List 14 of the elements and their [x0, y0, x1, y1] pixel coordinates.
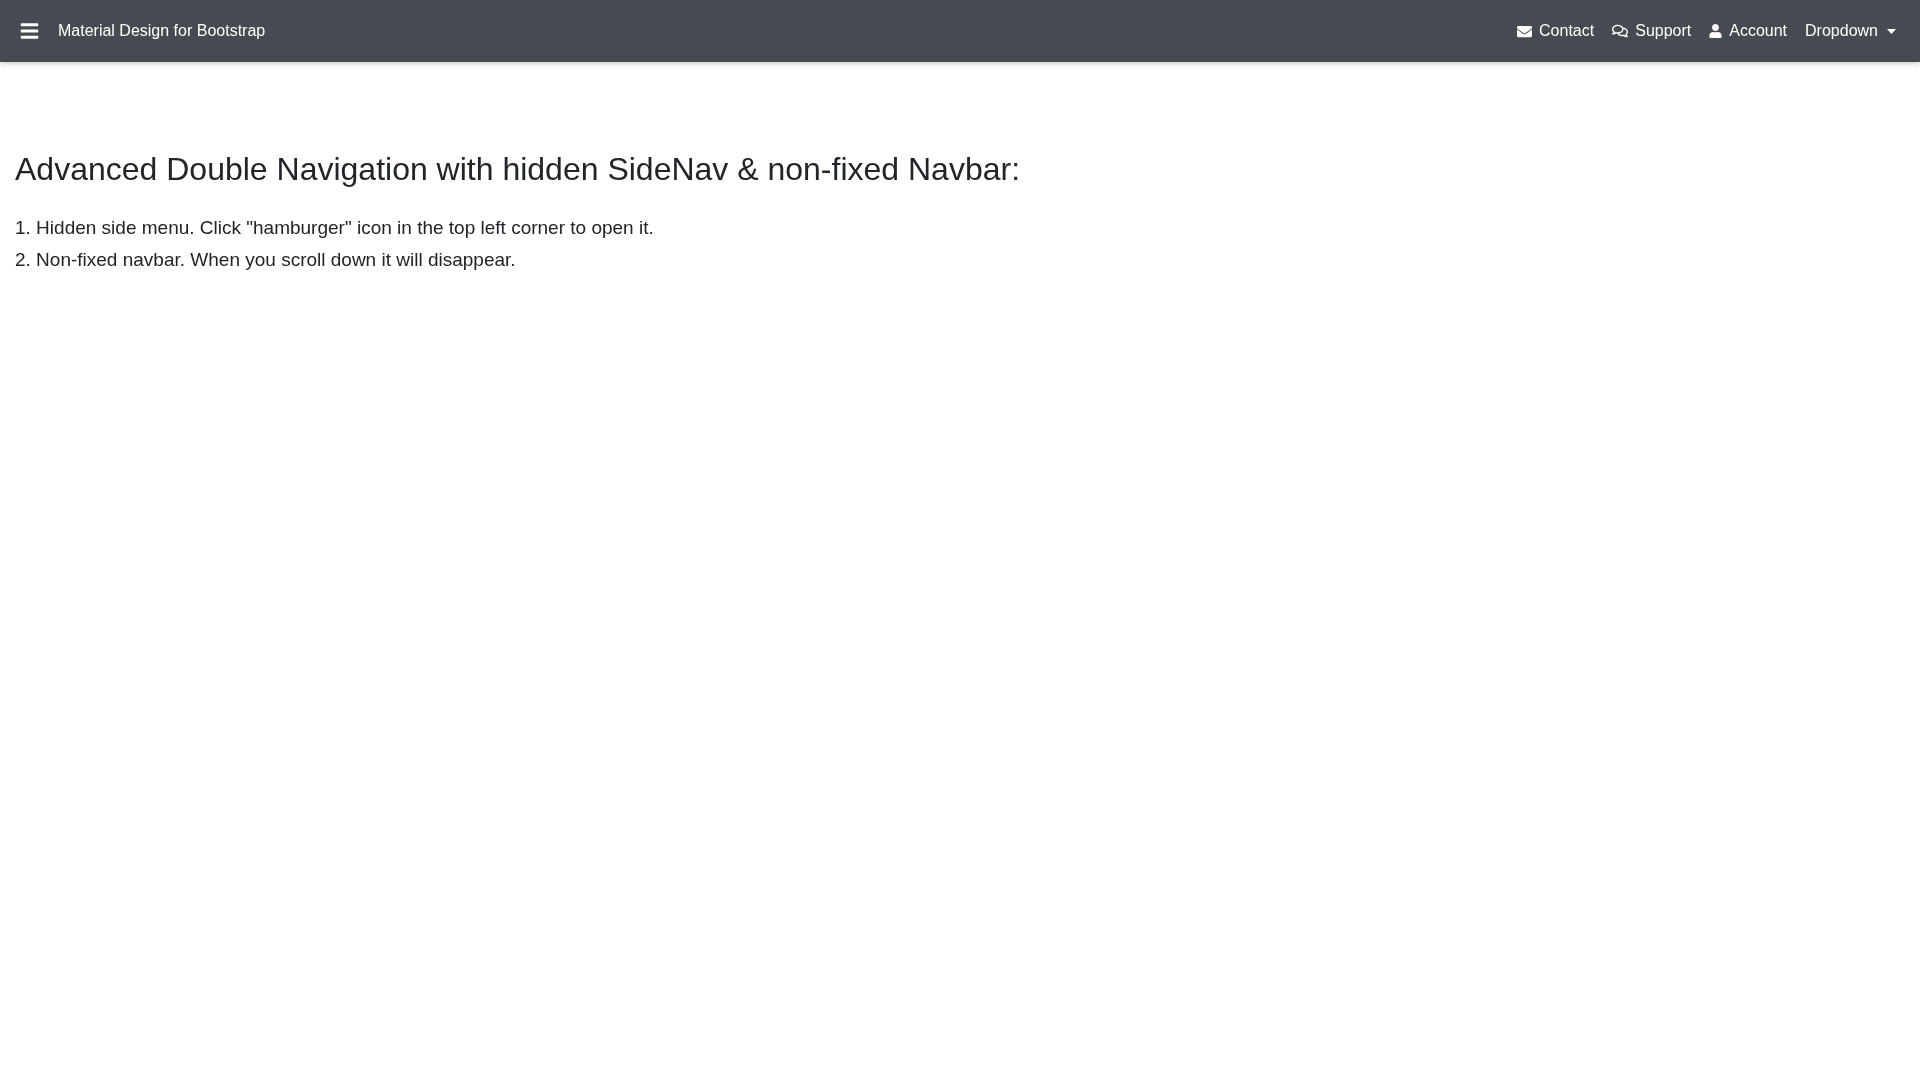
nav-link[interactable]: Contact: [1517, 19, 1595, 43]
nav-link[interactable]: Support: [1612, 19, 1692, 43]
brand-link[interactable]: Material Design for Bootstrap: [58, 19, 266, 43]
envelope-icon: [1517, 23, 1533, 39]
instruction-text: 2. Non-fixed navbar. When you scroll down it will disappear.: [15, 248, 517, 273]
menu-icon: [19, 21, 40, 41]
user-icon: [1709, 24, 1723, 38]
dropdown-toggle[interactable]: Dropdown: [1805, 19, 1896, 43]
chat-bubbles-icon: [1612, 23, 1629, 39]
page-heading: Advanced Double Navigation with hidden SideNav & non-fixed Navbar:: [15, 150, 1022, 189]
nav-link[interactable]: Account: [1709, 19, 1788, 43]
menu-button[interactable]: [19, 21, 40, 41]
instruction-text: 1. Hidden side menu. Click "hamburger" icon in the top left corner to open it.: [15, 216, 655, 241]
caret-icon: [1887, 28, 1896, 34]
